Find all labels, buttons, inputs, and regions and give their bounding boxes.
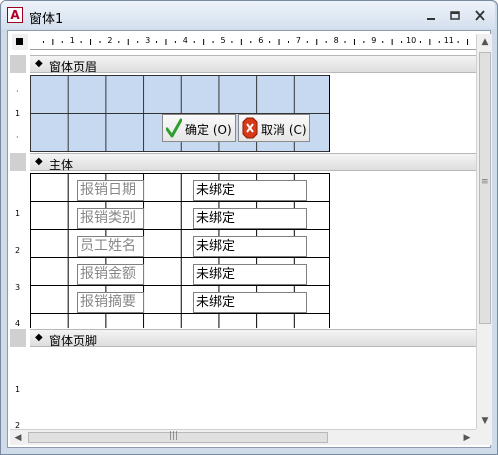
section-bar-detail[interactable]: ◆ 主体 [30, 153, 476, 172]
hruler-tick-label: 6 [258, 36, 264, 45]
section-arrow-icon: ◆ [35, 58, 43, 69]
vruler-tick-label: 2 [15, 421, 21, 429]
ok-button[interactable]: 确定 (O) [162, 114, 236, 142]
scroll-down-icon[interactable]: ▼ [477, 413, 493, 429]
form-footer-area [30, 349, 476, 429]
scroll-right-icon[interactable]: ▶ [459, 430, 475, 446]
restore-icon[interactable] [448, 10, 462, 21]
scroll-up-icon[interactable]: ▲ [477, 34, 493, 50]
vertical-scrollbar[interactable]: ▲ ≡ ▼ [476, 34, 492, 445]
vscroll-grip: ≡ [481, 177, 489, 187]
section-label-footer: 窗体页脚 [49, 334, 98, 348]
vertical-ruler-header: · 1 · [10, 75, 26, 152]
scroll-left-icon[interactable]: ◀ [10, 430, 26, 446]
field-value-amount[interactable]: 未绑定 [193, 264, 307, 285]
vertical-scroll-thumb[interactable]: ≡ [479, 52, 491, 324]
vruler-tick-label: 1 [15, 385, 21, 394]
field-label-category[interactable]: 报销类别 [77, 208, 144, 229]
section-label-detail: 主体 [49, 158, 74, 172]
section-label-header: 窗体页眉 [49, 60, 98, 74]
hruler-tick-label: 5 [220, 36, 226, 45]
hruler-tick-label: 11 [443, 36, 454, 45]
cancel-button[interactable]: 取消 (C) [238, 114, 310, 142]
window-title: 窗体1 [29, 12, 64, 27]
vertical-ruler-detail: 1 2 3 4 [10, 173, 26, 328]
ok-button-label: 确定 (O) [185, 123, 232, 137]
section-arrow-icon: ◆ [35, 332, 43, 343]
field-value-employee[interactable]: 未绑定 [193, 236, 307, 257]
minimize-icon[interactable] [424, 10, 438, 21]
stop-sign-icon [242, 117, 258, 139]
hruler-tick-label: 8 [333, 36, 339, 45]
hruler-tick-label: 9 [371, 36, 377, 45]
hruler-tick-label: 1 [69, 36, 75, 45]
vruler-tick-label: 1 [15, 209, 21, 218]
field-value-category[interactable]: 未绑定 [193, 208, 307, 229]
hruler-tick-label: 7 [295, 36, 301, 45]
field-value-summary[interactable]: 未绑定 [193, 292, 307, 313]
field-label-employee[interactable]: 员工姓名 [77, 236, 144, 257]
field-label-summary[interactable]: 报销摘要 [77, 292, 144, 313]
close-icon[interactable] [473, 10, 487, 21]
vertical-ruler-footer: 1 2 [10, 349, 26, 429]
horizontal-scrollbar[interactable]: ◀ ||| ▶ [10, 429, 476, 445]
select-form-box[interactable] [12, 34, 28, 50]
vruler-tick-label: 1 [15, 109, 21, 118]
title-bar[interactable]: A 窗体1 [1, 1, 495, 29]
section-arrow-icon: ◆ [35, 156, 43, 167]
access-app-icon: A [7, 7, 23, 23]
vruler-tick-label: 2 [15, 246, 21, 255]
section-selector-footer[interactable] [10, 329, 26, 347]
hruler-tick-label: 3 [145, 36, 151, 45]
hruler-tick-label: 4 [182, 36, 188, 45]
hscroll-grip: ||| [169, 431, 179, 441]
section-selector-header[interactable] [10, 55, 26, 73]
vruler-tick-label: 3 [15, 283, 21, 292]
field-label-date[interactable]: 报销日期 [77, 180, 144, 201]
cancel-button-label: 取消 (C) [261, 123, 307, 137]
size-grip[interactable] [476, 429, 492, 445]
field-value-date[interactable]: 未绑定 [193, 180, 307, 201]
hruler-tick-label: 2 [107, 36, 113, 45]
horizontal-scroll-thumb[interactable]: ||| [28, 431, 328, 443]
vruler-tick-label: 4 [15, 319, 21, 328]
hruler-tick-label: 10 [406, 36, 417, 45]
section-bar-form-header[interactable]: ◆ 窗体页眉 [30, 55, 476, 74]
section-bar-form-footer[interactable]: ◆ 窗体页脚 [30, 329, 476, 348]
field-label-amount[interactable]: 报销金额 [77, 264, 144, 285]
horizontal-ruler[interactable]: 1 2 3 4 5 6 7 8 9 10 11 [30, 34, 476, 50]
section-selector-detail[interactable] [10, 153, 26, 171]
checkmark-icon [166, 118, 182, 138]
